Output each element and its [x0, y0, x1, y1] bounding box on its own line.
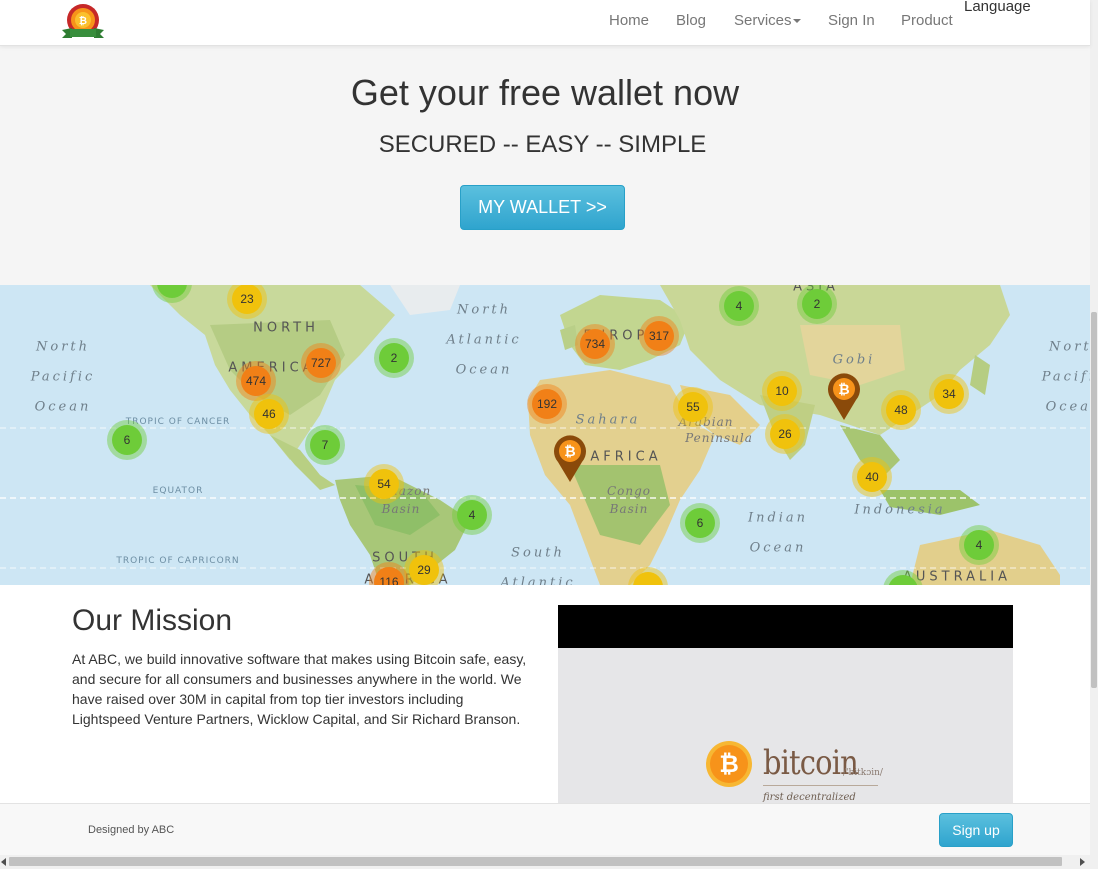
map-cluster[interactable]: 7	[310, 430, 340, 460]
label-south-atlantic-1: South	[511, 545, 565, 561]
map-cluster[interactable]: 4	[457, 500, 487, 530]
svg-text:₿: ₿	[838, 382, 849, 398]
label-tropic-capricorn: TROPIC OF CAPRICORN	[116, 556, 240, 566]
label-south-atlantic-2: Atlantic	[500, 575, 576, 586]
footer: Designed by ABC Sign up	[0, 803, 1090, 856]
label-australia: AUSTRALIA	[903, 569, 1011, 585]
video-title-bar	[558, 605, 1013, 648]
label-tropic-cancer: TROPIC OF CANCER	[125, 417, 231, 427]
map-cluster[interactable]: 474	[241, 366, 271, 396]
label-sahara: Sahara	[575, 412, 641, 428]
svg-text:₿: ₿	[79, 15, 87, 27]
label-north-pacific-2: Pacific	[30, 369, 96, 385]
logo-icon[interactable]: ₿	[60, 2, 106, 42]
map-cluster[interactable]: 23	[232, 285, 262, 314]
label-north-pacific-3: Ocean	[34, 399, 92, 415]
bitcoin-tagline: first decentralized	[763, 792, 856, 803]
navbar: ₿ Home Blog Services Sign In Product Lan…	[0, 0, 1090, 46]
map-background	[0, 285, 1090, 585]
hero-section: Get your free wallet now SECURED -- EASY…	[0, 45, 1090, 285]
map-cluster[interactable]: 55	[678, 392, 708, 422]
sign-up-button[interactable]: Sign up	[939, 813, 1013, 847]
label-congo-1: Congo	[606, 484, 652, 498]
map-cluster[interactable]: 46	[254, 399, 284, 429]
map-cluster[interactable]: 192	[532, 389, 562, 419]
label-equator: EQUATOR	[152, 486, 204, 496]
map-cluster[interactable]: 54	[369, 469, 399, 499]
horizontal-scroll-thumb[interactable]	[9, 857, 1062, 866]
hero-title: Get your free wallet now	[350, 72, 740, 113]
label-congo-2: Basin	[609, 502, 649, 516]
label-pacific-right-3: Ocean	[1045, 399, 1090, 415]
bitcoin-pin-icon[interactable]: ₿	[827, 373, 861, 421]
label-arabian-2: Peninsula	[685, 431, 753, 445]
svg-text:₿: ₿	[564, 444, 575, 460]
map-cluster[interactable]: 40	[857, 462, 887, 492]
svg-text:₿: ₿	[719, 750, 739, 778]
divider	[763, 785, 878, 786]
vertical-scroll-thumb[interactable]	[1091, 312, 1097, 688]
bitcoin-pin-icon[interactable]: ₿	[553, 435, 587, 483]
label-indian-1: Indian	[747, 510, 809, 526]
mission-title: Our Mission	[72, 604, 233, 637]
mission-text: At ABC, we build innovative software tha…	[72, 651, 527, 727]
map-cluster[interactable]: 10	[767, 376, 797, 406]
label-amazon-2: Basin	[381, 502, 421, 516]
scroll-left-arrow-icon[interactable]	[1, 858, 6, 866]
footer-credit: Designed by ABC	[88, 824, 175, 836]
map-cluster[interactable]: 48	[886, 395, 916, 425]
map-cluster[interactable]: 317	[644, 321, 674, 351]
label-north-atlantic-2: Atlantic	[446, 332, 522, 348]
label-indian-2: Ocean	[749, 540, 807, 556]
map-cluster[interactable]: 29	[409, 555, 439, 585]
map-cluster[interactable]: 4	[964, 530, 994, 560]
vertical-scrollbar[interactable]	[1090, 0, 1098, 855]
label-indonesia: Indonesia	[854, 502, 946, 518]
video-player[interactable]: ₿ bitcoin /'bitkɔin/ first decentralized	[558, 605, 1013, 805]
label-pacific-right-1: North	[1048, 339, 1090, 355]
my-wallet-button[interactable]: MY WALLET >>	[460, 185, 625, 230]
caret-down-icon	[792, 19, 801, 24]
nav-services[interactable]: Services	[734, 12, 801, 29]
bitcoin-logo-icon: ₿	[706, 741, 752, 787]
label-north-pacific-1: North	[35, 339, 91, 355]
map-cluster[interactable]: 6	[685, 508, 715, 538]
nav-sign-in[interactable]: Sign In	[828, 12, 875, 29]
map-cluster[interactable]: 4	[724, 291, 754, 321]
map-cluster[interactable]: 34	[934, 379, 964, 409]
label-africa: AFRICA	[590, 449, 662, 465]
map-cluster[interactable]: 6	[112, 425, 142, 455]
nav-services-label: Services	[734, 12, 792, 29]
scroll-right-arrow-icon[interactable]	[1080, 858, 1085, 866]
nav-product[interactable]: Product	[901, 12, 953, 29]
hero-subtitle: SECURED -- EASY -- SIMPLE	[378, 131, 707, 158]
language-selector[interactable]: Language	[964, 0, 1031, 15]
label-north-america-1: NORTH	[253, 320, 319, 336]
map-cluster[interactable]: 2	[802, 289, 832, 319]
label-pacific-right-2: Pacific	[1041, 369, 1090, 385]
map-cluster[interactable]: 734	[580, 329, 610, 359]
map-cluster[interactable]: 2	[379, 343, 409, 373]
label-north-atlantic-3: Ocean	[455, 362, 513, 378]
map-cluster[interactable]: 727	[306, 348, 336, 378]
nav-blog[interactable]: Blog	[676, 12, 706, 29]
world-map[interactable]: North Pacific Ocean NORTH AMERICA North …	[0, 285, 1090, 585]
label-gobi: Gobi	[832, 352, 876, 368]
horizontal-scrollbar[interactable]	[0, 855, 1098, 869]
nav-home[interactable]: Home	[609, 12, 649, 29]
label-north-atlantic-1: North	[456, 302, 512, 318]
label-north-america-2: AMERICA	[228, 360, 316, 376]
bitcoin-phonetic: /'bitkɔin/	[843, 768, 883, 778]
map-cluster[interactable]: 26	[770, 419, 800, 449]
